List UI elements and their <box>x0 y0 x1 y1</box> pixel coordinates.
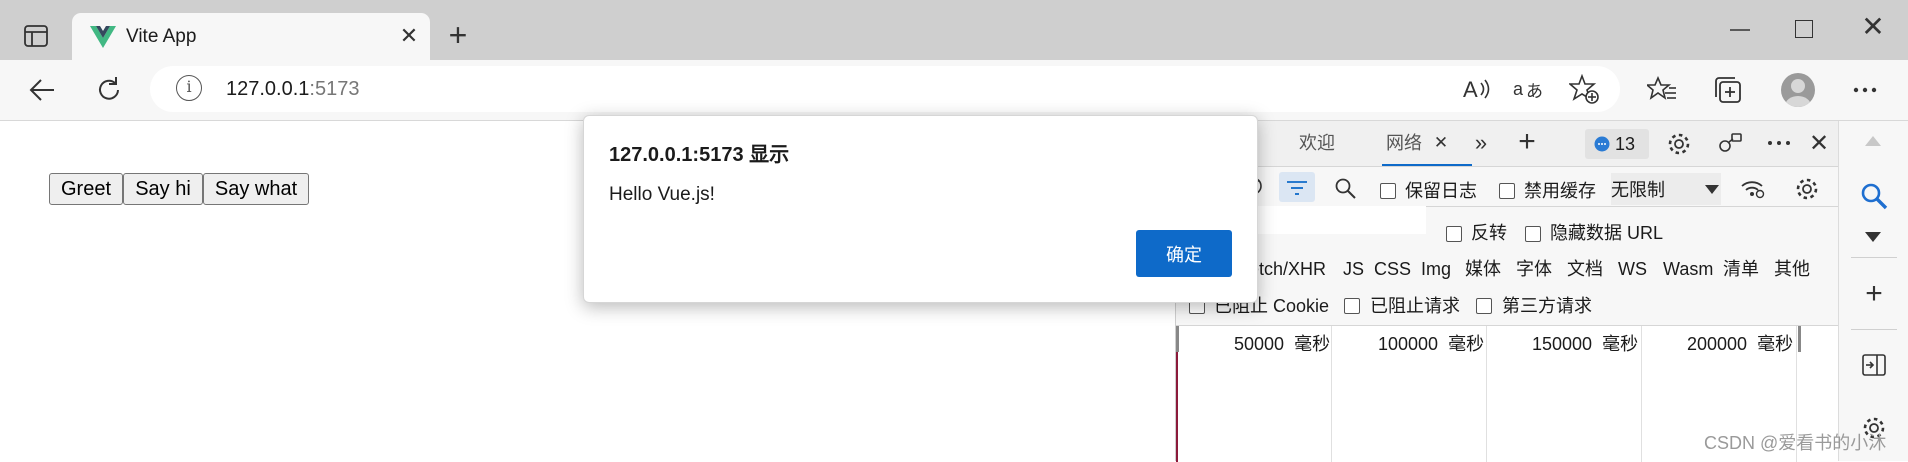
issues-badge[interactable]: 13 <box>1585 129 1649 159</box>
timeline-handle-left <box>1176 326 1179 352</box>
devtools-more-icon[interactable] <box>1766 139 1792 147</box>
say-what-button[interactable]: Say what <box>203 173 309 205</box>
timeline-gridline <box>1331 326 1332 462</box>
site-info-icon[interactable]: i <box>176 75 202 101</box>
timeline-handle-right <box>1798 326 1801 352</box>
disable-cache-checkbox[interactable] <box>1499 183 1515 199</box>
read-aloud-icon[interactable]: A <box>1460 73 1492 105</box>
more-options-icon[interactable] <box>1849 74 1881 106</box>
tab-welcome[interactable]: 欢迎 <box>1299 131 1335 155</box>
timeline-gridline <box>1486 326 1487 462</box>
address-bar[interactable]: i 127.0.0.1:5173 A aあ <box>150 66 1620 112</box>
filter-toggle[interactable] <box>1279 172 1315 202</box>
dialog-title: 127.0.0.1:5173 显示 <box>609 144 790 166</box>
timeline-dom-marker <box>1176 352 1178 462</box>
watermark: CSDN @爱看书的小沐 <box>1704 433 1887 453</box>
third-party-label: 第三方请求 <box>1502 296 1592 316</box>
chevron-down-icon <box>1705 185 1719 194</box>
throttling-value: 无限制 <box>1611 180 1665 200</box>
window-close-icon[interactable]: ✕ <box>1860 13 1886 41</box>
settings-gear-icon[interactable] <box>1665 130 1693 158</box>
invert-checkbox[interactable] <box>1446 226 1462 242</box>
tab-actions-icon[interactable] <box>18 22 54 50</box>
add-favorite-icon[interactable] <box>1568 73 1600 105</box>
minimize-icon[interactable] <box>1728 16 1752 46</box>
disable-cache-label: 禁用缓存 <box>1524 181 1596 201</box>
greet-button[interactable]: Greet <box>49 173 123 205</box>
scroll-up-icon[interactable] <box>1864 135 1882 147</box>
svg-text:A: A <box>1463 77 1478 102</box>
type-doc[interactable]: 文档 <box>1567 257 1603 281</box>
more-tabs-icon[interactable]: » <box>1470 130 1492 155</box>
favorites-icon[interactable] <box>1646 74 1678 106</box>
type-ws[interactable]: WS <box>1618 257 1647 281</box>
url-text[interactable]: 127.0.0.1:5173 <box>226 77 359 101</box>
customize-icon[interactable] <box>1716 130 1744 158</box>
timeline-tick: 150000 毫秒 <box>1532 334 1639 354</box>
type-css[interactable]: CSS <box>1374 257 1411 281</box>
hide-data-urls-label: 隐藏数据 URL <box>1550 223 1664 243</box>
blocked-requests-checkbox[interactable] <box>1344 298 1360 314</box>
devtools-close-icon[interactable]: ✕ <box>1807 130 1831 157</box>
tab-network-close-icon[interactable]: ✕ <box>1432 133 1450 153</box>
refresh-icon[interactable] <box>93 74 125 106</box>
alert-dialog: 127.0.0.1:5173 显示 Hello Vue.js! 确定 <box>583 115 1258 303</box>
svg-text:あ: あ <box>1526 82 1543 102</box>
type-fetch-xhr[interactable]: etch/XHR <box>1249 257 1326 281</box>
add-tab-icon[interactable]: + <box>1514 125 1540 158</box>
sidebar-divider <box>1851 329 1897 330</box>
say-hi-button[interactable]: Say hi <box>123 173 203 205</box>
issues-count: 13 <box>1615 134 1636 154</box>
search-icon[interactable] <box>1333 176 1357 200</box>
timeline-tick: 200000 毫秒 <box>1687 334 1794 354</box>
type-other[interactable]: 其他 <box>1774 257 1810 281</box>
sidebar-divider <box>1851 257 1897 258</box>
new-tab-icon[interactable]: + <box>444 19 472 51</box>
type-js[interactable]: JS <box>1343 257 1364 281</box>
resource-type-filters: etch/XHR JS CSS Img 媒体 字体 文档 WS Wasm 清单 … <box>1176 251 1839 287</box>
vue-logo-icon <box>90 25 116 49</box>
network-settings-gear-icon[interactable] <box>1794 176 1820 202</box>
type-media[interactable]: 媒体 <box>1465 257 1501 281</box>
blocked-requests-label: 已阻止请求 <box>1370 296 1460 316</box>
type-manifest[interactable]: 清单 <box>1723 257 1759 281</box>
timeline-gridline <box>1641 326 1642 462</box>
devtools-panel: 欢迎 网络 ✕ » + 13 ✕ 保留日志 禁用缓存 无限制 反转 隐藏数据 U… <box>1175 121 1839 462</box>
dialog-message: Hello Vue.js! <box>609 184 715 205</box>
network-conditions-icon[interactable] <box>1740 176 1766 200</box>
timeline-tick: 100000 毫秒 <box>1378 334 1485 354</box>
type-font[interactable]: 字体 <box>1516 257 1552 281</box>
filter-icon <box>1287 181 1307 195</box>
ok-button[interactable]: 确定 <box>1136 230 1232 277</box>
back-icon[interactable] <box>26 74 58 106</box>
tab-close-icon[interactable]: ✕ <box>398 25 420 47</box>
translate-icon[interactable]: aあ <box>1513 73 1545 105</box>
invert-label: 反转 <box>1471 223 1507 243</box>
tab-title: Vite App <box>126 26 197 47</box>
scroll-down-icon[interactable] <box>1864 231 1882 243</box>
sidebar-add-icon[interactable]: + <box>1861 277 1887 310</box>
preserve-log-checkbox[interactable] <box>1380 183 1396 199</box>
tab-strip: Vite App ✕ + ✕ <box>0 0 1908 60</box>
svg-text:a: a <box>1513 79 1524 99</box>
profile-avatar[interactable] <box>1781 73 1815 107</box>
type-img[interactable]: Img <box>1421 257 1451 281</box>
preserve-log-label: 保留日志 <box>1405 181 1477 201</box>
maximize-icon[interactable] <box>1795 20 1813 38</box>
type-wasm[interactable]: Wasm <box>1663 257 1713 281</box>
hide-sidebar-icon[interactable] <box>1861 353 1887 377</box>
tab-network[interactable]: 网络 <box>1386 131 1422 155</box>
collections-icon[interactable] <box>1712 74 1744 106</box>
throttling-select[interactable]: 无限制 <box>1611 173 1721 205</box>
timeline-tick: 50000 毫秒 <box>1234 334 1331 354</box>
search-sidebar-icon[interactable] <box>1859 181 1889 211</box>
browser-tab[interactable]: Vite App ✕ <box>72 13 430 60</box>
third-party-checkbox[interactable] <box>1476 298 1492 314</box>
devtools-activity-bar: + <box>1838 121 1908 461</box>
browser-toolbar: i 127.0.0.1:5173 A aあ <box>0 60 1908 121</box>
hide-data-urls-checkbox[interactable] <box>1525 226 1541 242</box>
